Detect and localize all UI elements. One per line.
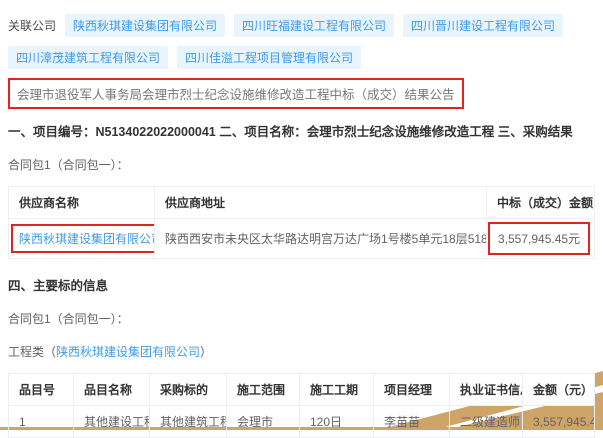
supplier-name-link[interactable]: 陕西秋琪建设集团有限公司 (19, 232, 155, 246)
related-company-tag-5[interactable]: 四川佳溢工程项目管理有限公司 (177, 46, 361, 69)
items-table-row: 1 其他建设工程 其他建筑工程 会理市 120日 李苗苗 二级建造师 3,557… (9, 406, 595, 438)
announcement-title-highlight: 会理市退役军人事务局会理市烈士纪念设施维修改造工程中标（成交）结果公告 (8, 78, 464, 109)
items-table: 品目号 品目名称 采购标的 施工范围 施工工期 项目经理 执业证书信息 金额（元… (8, 373, 595, 438)
construction-period-header: 施工工期 (300, 374, 374, 406)
project-manager-header: 项目经理 (374, 374, 450, 406)
announcement-title: 会理市退役军人事务局会理市烈士纪念设施维修改造工程中标（成交）结果公告 (17, 88, 455, 102)
procurement-target-cell: 其他建筑工程 (150, 406, 227, 438)
related-company-tag-2[interactable]: 四川旺福建设工程有限公司 (234, 14, 394, 37)
section4-title: 四、主要标的信息 (8, 275, 595, 294)
construction-period-cell: 120日 (300, 406, 374, 438)
supplier-address-cell: 陕西西安市未央区太华路达明宫万达广场1号楼5单元18层51812室 (155, 219, 487, 259)
construction-scope-cell: 会理市 (227, 406, 300, 438)
contract-package-label-1: 合同包1（合同包一）： (8, 156, 595, 173)
supplier-table-row: 陕西秋琪建设集团有限公司 陕西西安市未央区太华路达明宫万达广场1号楼5单元18层… (9, 219, 595, 259)
item-name-header: 品目名称 (74, 374, 150, 406)
related-company-tag-3[interactable]: 四川晋川建设工程有限公司 (403, 14, 563, 37)
project-info-line: 一、项目编号：N5134022022000041 二、项目名称：会理市烈士纪念设… (8, 121, 595, 140)
award-amount-highlight: 3,557,945.45元 (488, 222, 590, 255)
award-amount-header: 中标（成交）金额 (487, 187, 595, 219)
supplier-name-highlight: 陕西秋琪建设集团有限公司 (11, 224, 155, 253)
category-prefix: 工程类（ (8, 345, 56, 359)
category-company-link[interactable]: 陕西秋琪建设集团有限公司 (56, 345, 200, 359)
amount-cell: 3,557,945.45 (523, 406, 595, 438)
related-companies-label: 关联公司 (8, 17, 56, 34)
items-table-header-row: 品目号 品目名称 采购标的 施工范围 施工工期 项目经理 执业证书信息 金额（元… (9, 374, 595, 406)
category-suffix: ） (200, 345, 212, 359)
supplier-table: 供应商名称 供应商地址 中标（成交）金额 陕西秋琪建设集团有限公司 陕西西安市未… (8, 186, 595, 259)
supplier-table-header-row: 供应商名称 供应商地址 中标（成交）金额 (9, 187, 595, 219)
license-info-header: 执业证书信息 (450, 374, 523, 406)
amount-header: 金额（元） (523, 374, 595, 406)
item-no-cell: 1 (9, 406, 74, 438)
related-company-tag-1[interactable]: 陕西秋琪建设集团有限公司 (65, 14, 225, 37)
announcement-page: 关联公司 陕西秋琪建设集团有限公司 四川旺福建设工程有限公司 四川晋川建设工程有… (0, 0, 603, 438)
category-line: 工程类（陕西秋琪建设集团有限公司） (8, 343, 595, 360)
item-name-cell: 其他建设工程 (74, 406, 150, 438)
license-info-cell: 二级建造师 (450, 406, 523, 438)
related-companies-row: 关联公司 陕西秋琪建设集团有限公司 四川旺福建设工程有限公司 四川晋川建设工程有… (8, 14, 595, 69)
related-company-tag-4[interactable]: 四川漳茂建筑工程有限公司 (8, 46, 168, 69)
construction-scope-header: 施工范围 (227, 374, 300, 406)
procurement-target-header: 采购标的 (150, 374, 227, 406)
project-manager-cell: 李苗苗 (374, 406, 450, 438)
supplier-address-header: 供应商地址 (155, 187, 487, 219)
supplier-name-header: 供应商名称 (9, 187, 155, 219)
item-no-header: 品目号 (9, 374, 74, 406)
contract-package-label-2: 合同包1（合同包一）： (8, 310, 595, 327)
supplier-name-cell: 陕西秋琪建设集团有限公司 (9, 219, 155, 259)
award-amount-cell: 3,557,945.45元 (487, 219, 595, 259)
